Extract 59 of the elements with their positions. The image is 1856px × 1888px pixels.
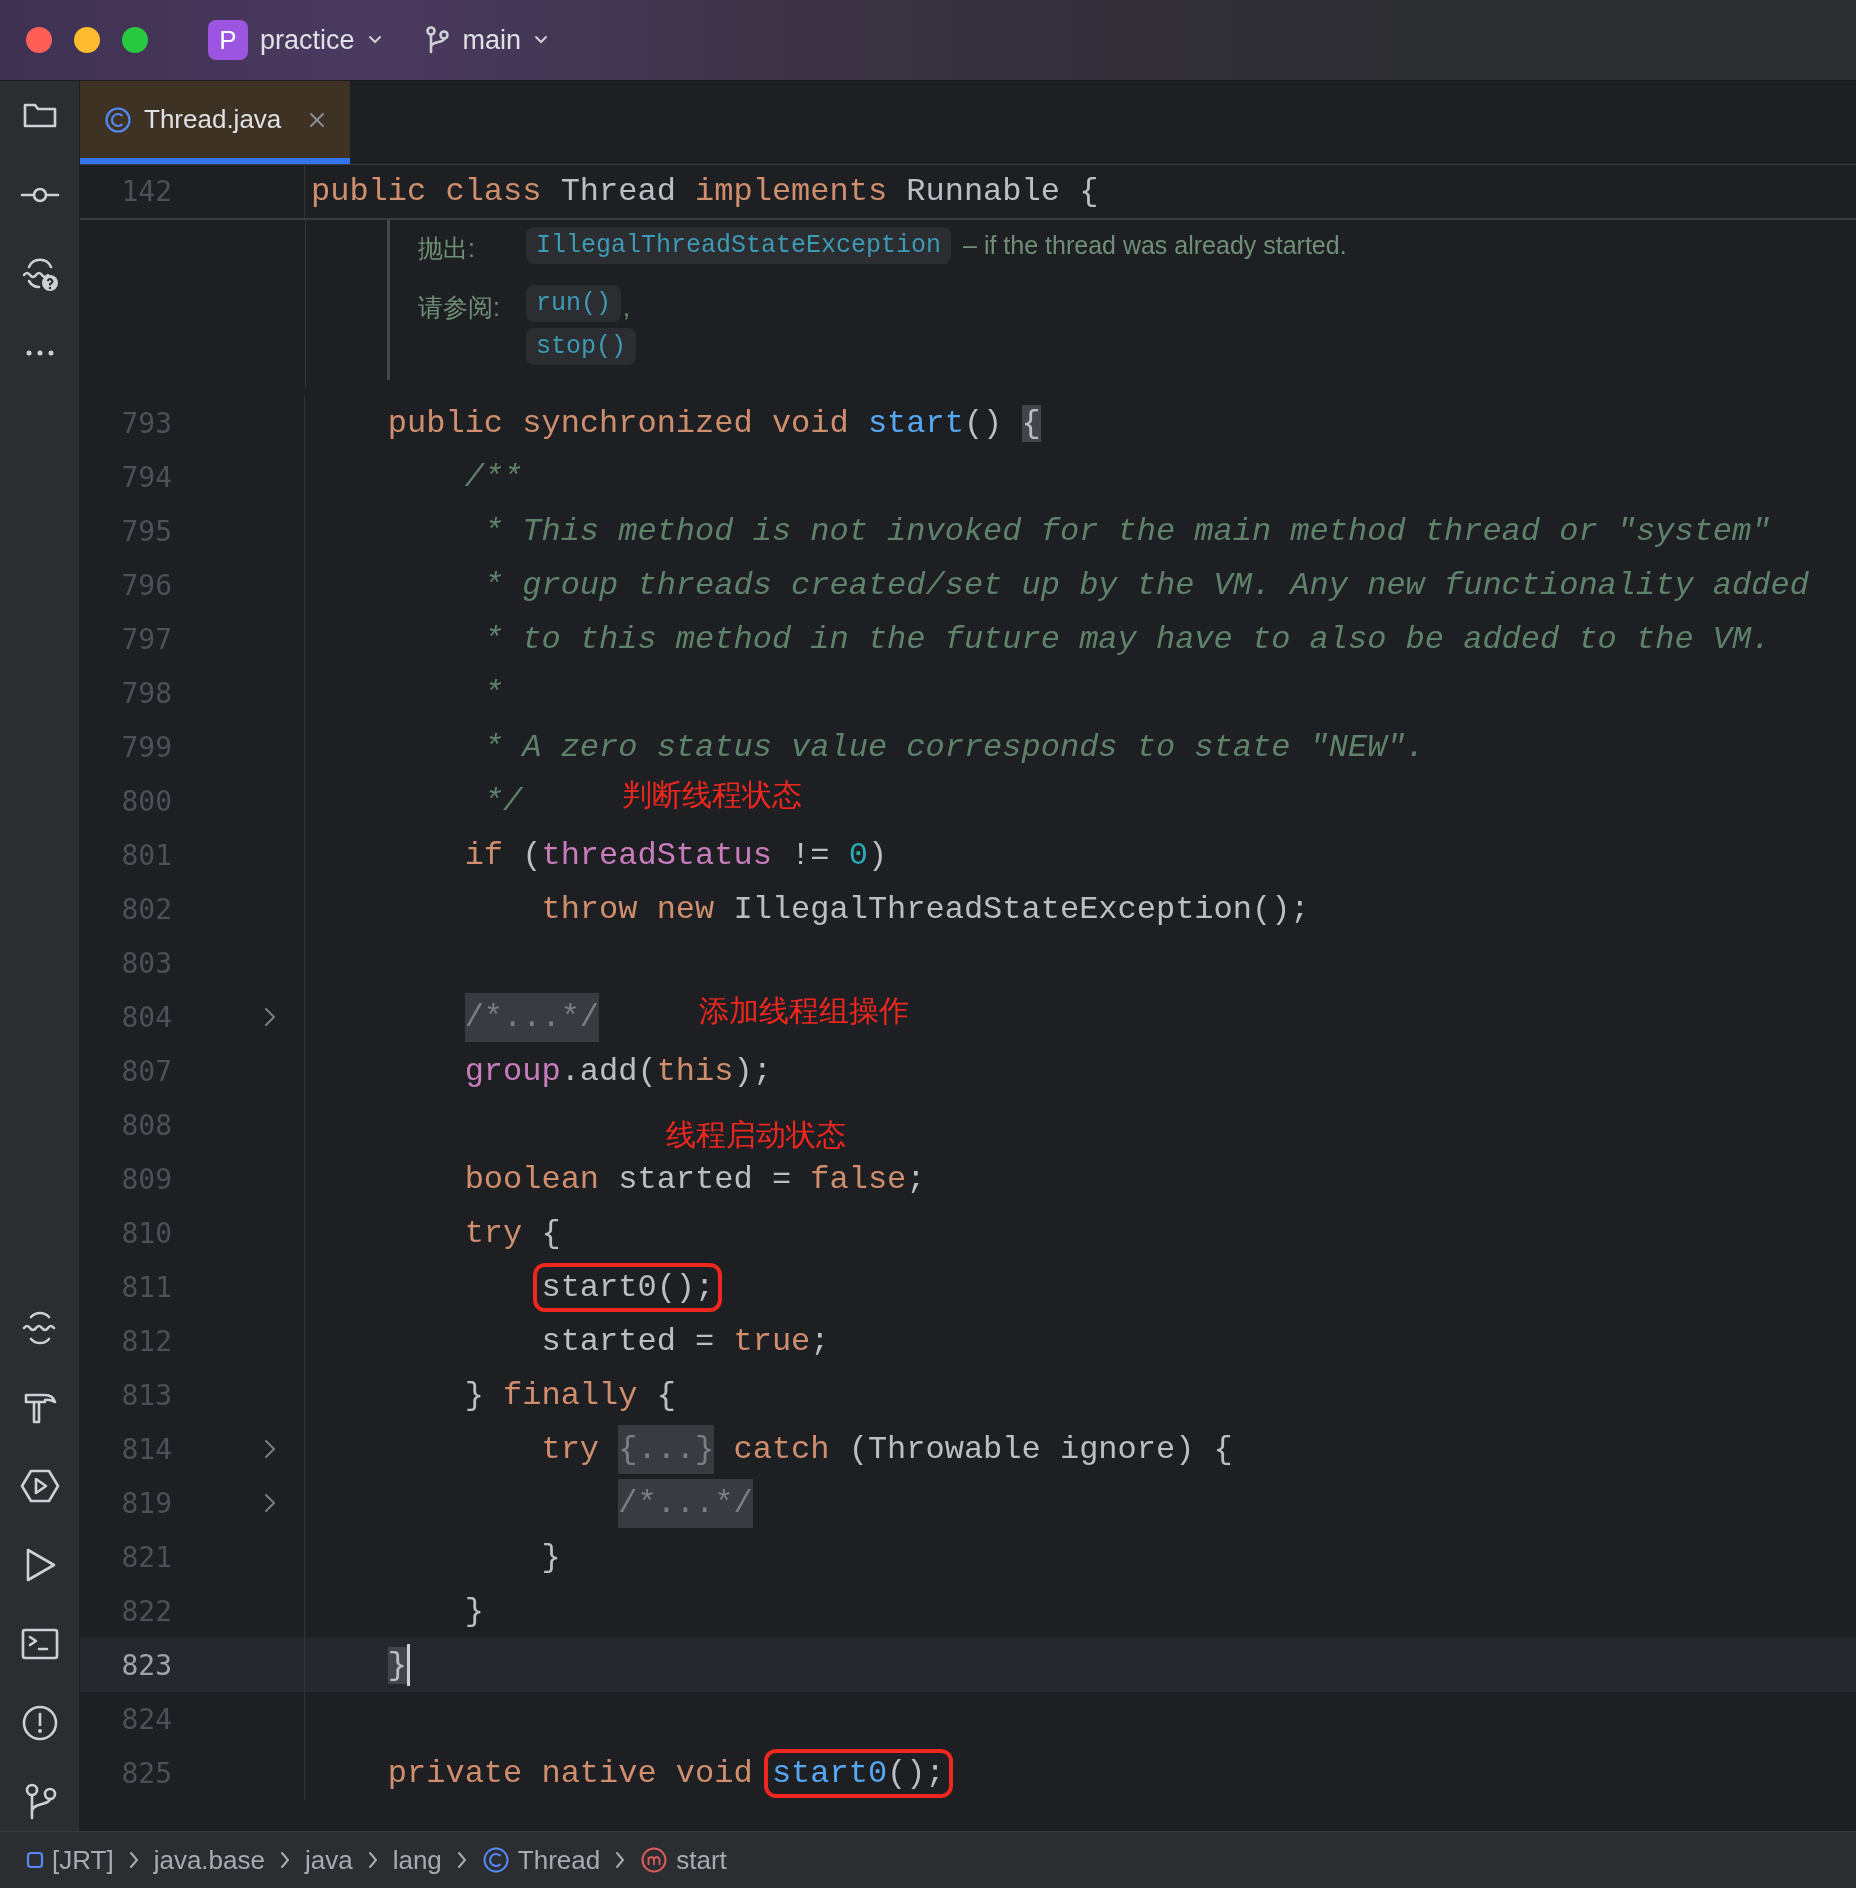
doc-text: ,	[623, 293, 630, 322]
breadcrumb-item[interactable]: [JRT]	[26, 1844, 114, 1876]
matched-brace: {	[1021, 404, 1041, 442]
code-text: started = true;	[540, 1322, 830, 1360]
code-text: public class Thread implements Runnable {	[311, 173, 1099, 210]
chevron-right-icon	[127, 1850, 140, 1870]
code-link[interactable]: stop()	[526, 328, 636, 365]
breadcrumb-item[interactable]: java.base	[153, 1844, 265, 1876]
doc-text: – if the thread was already started.	[963, 231, 1347, 260]
code-text: * to this method in the future may have to also be added to the VM.	[482, 620, 1771, 658]
breadcrumb-item[interactable]: lang	[392, 1844, 442, 1876]
chevron-right-icon	[278, 1850, 291, 1870]
code-text: * group threads created/set up by the VM. Any new functionality added	[482, 566, 1809, 604]
chevron-right-icon	[455, 1850, 468, 1870]
code-text: */	[482, 782, 523, 820]
breadcrumb-item[interactable]: java	[304, 1844, 353, 1876]
annotation-text: 添加线程组操作	[699, 991, 910, 1030]
breadcrumb-item[interactable]: start	[640, 1844, 727, 1876]
branch-selector[interactable]: main	[422, 24, 550, 56]
code-text: * This method is not invoked for the main method thread or "system"	[482, 512, 1771, 550]
module-icon	[26, 1851, 44, 1869]
project-selector[interactable]: P practice	[208, 20, 383, 60]
code-text: try {	[463, 1214, 561, 1252]
doc-label: 抛出:	[418, 233, 476, 264]
highlighted-code: start0();	[533, 1262, 723, 1312]
highlighted-code: start0();	[763, 1748, 953, 1798]
code-text: public synchronized void start()	[386, 404, 1004, 442]
code-text: * A zero status value corresponds to state "NEW".	[482, 728, 1425, 766]
chevron-right-icon	[366, 1850, 379, 1870]
code-link[interactable]: IllegalThreadStateException	[526, 227, 952, 264]
matched-brace: }	[387, 1646, 407, 1684]
close-icon[interactable]	[308, 110, 326, 129]
window-control-icon[interactable]	[122, 27, 148, 53]
code-text: catch (Throwable ignore) {	[732, 1430, 1233, 1468]
breadcrumb-item[interactable]: Thread	[481, 1844, 601, 1876]
code-text: try	[540, 1430, 601, 1468]
code-text: } finally {	[463, 1376, 676, 1414]
code-text: boolean started = false;	[463, 1160, 926, 1198]
code-text: group.add(this);	[463, 1052, 772, 1090]
code-text: *	[482, 674, 504, 712]
annotation-text: 线程启动状态	[666, 1115, 846, 1154]
window-control-icon[interactable]	[74, 27, 100, 53]
code-text: if (threadStatus != 0)	[463, 836, 888, 874]
doc-label: 请参阅:	[418, 292, 501, 323]
code-text: /**	[463, 458, 523, 496]
line-number: 823	[120, 1648, 172, 1682]
file-tab[interactable]: Thread.java	[80, 81, 350, 164]
class-icon	[481, 1846, 510, 1874]
class-icon	[104, 105, 132, 134]
code-text: }	[540, 1538, 561, 1576]
code-text: private native void	[386, 1754, 754, 1792]
annotation-text: 判断线程状态	[622, 775, 803, 814]
code-link[interactable]: run()	[526, 285, 621, 322]
code-text: throw new IllegalThreadStateException();	[540, 890, 1310, 928]
window-control-icon[interactable]	[26, 27, 52, 53]
chevron-right-icon	[614, 1850, 627, 1870]
code-text: }	[463, 1592, 484, 1630]
text-cursor	[407, 1644, 410, 1686]
method-icon	[640, 1846, 669, 1874]
